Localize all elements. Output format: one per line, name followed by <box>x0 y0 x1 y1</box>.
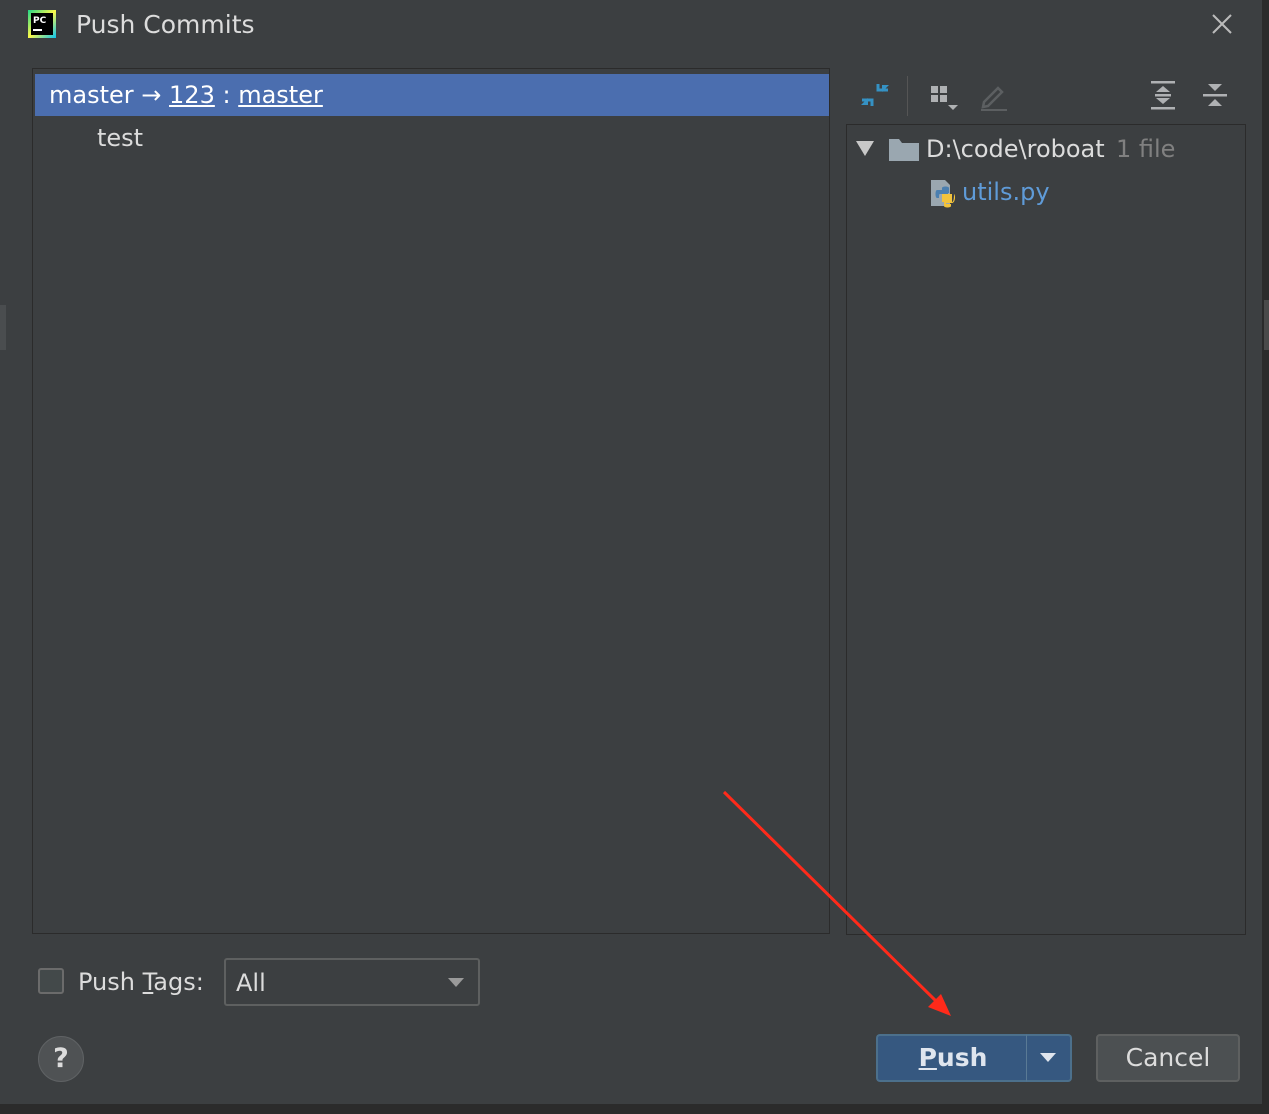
collapse-all-icon[interactable] <box>1198 78 1232 112</box>
svg-text:PC: PC <box>33 16 47 26</box>
help-button[interactable]: ? <box>38 1036 84 1082</box>
remote-name-link[interactable]: 123 <box>169 81 215 109</box>
window-title: Push Commits <box>76 10 255 39</box>
branch-spec: master → 123 : master <box>49 80 323 110</box>
diff-arrows-icon[interactable] <box>858 78 892 112</box>
close-icon[interactable] <box>1206 8 1238 40</box>
help-icon: ? <box>53 1043 69 1074</box>
window-edge-right <box>1262 0 1269 1114</box>
pencil-icon <box>981 86 1007 111</box>
push-tags-label-start: Push <box>78 968 143 996</box>
pycharm-icon: PC <box>28 10 56 38</box>
push-options-dropdown[interactable] <box>1026 1034 1072 1082</box>
cancel-button[interactable]: Cancel <box>1096 1034 1240 1082</box>
toolbar-separator <box>907 76 908 116</box>
commit-item[interactable]: test <box>97 123 143 153</box>
push-button[interactable]: Push <box>876 1034 1028 1082</box>
window-edge-bottom <box>0 1104 1269 1114</box>
dropdown-arrow-icon <box>1040 1053 1056 1062</box>
folder-icon <box>889 139 919 161</box>
tree-expand-toggle-icon[interactable] <box>855 138 875 158</box>
branch-separator: : <box>222 81 231 109</box>
push-button-label: Push <box>878 1036 1028 1080</box>
push-arrow-glyph: → <box>141 81 162 109</box>
cancel-button-label: Cancel <box>1125 1043 1211 1072</box>
window-edge-mark <box>1264 300 1269 350</box>
tree-file-item[interactable]: utils.py <box>962 177 1050 207</box>
window-edge-mark-left <box>0 305 6 350</box>
push-label-rest: ush <box>936 1043 988 1072</box>
push-tags-combo-value: All <box>236 969 266 997</box>
branch-row[interactable]: master → 123 : master <box>35 74 829 116</box>
remote-branch-link[interactable]: master <box>238 81 323 109</box>
changed-files-tree <box>846 124 1246 935</box>
python-file-icon <box>931 180 956 208</box>
tree-root-path[interactable]: D:\code\roboat <box>926 134 1105 164</box>
push-tags-combo[interactable]: All <box>224 958 480 1006</box>
group-by-icon[interactable] <box>926 78 960 112</box>
tree-root-count: 1 file <box>1116 135 1176 163</box>
expand-all-icon[interactable] <box>1146 78 1180 112</box>
push-tags-mnemonic: T <box>142 968 154 996</box>
local-branch: master <box>49 81 134 109</box>
push-tags-checkbox[interactable] <box>38 968 64 994</box>
commits-panel: master → 123 : master test <box>32 68 830 934</box>
chevron-down-icon <box>448 978 464 987</box>
push-mnemonic: P <box>918 1043 937 1072</box>
push-tags-label: Push Tags: <box>78 967 204 997</box>
push-tags-label-end: ags: <box>153 968 204 996</box>
